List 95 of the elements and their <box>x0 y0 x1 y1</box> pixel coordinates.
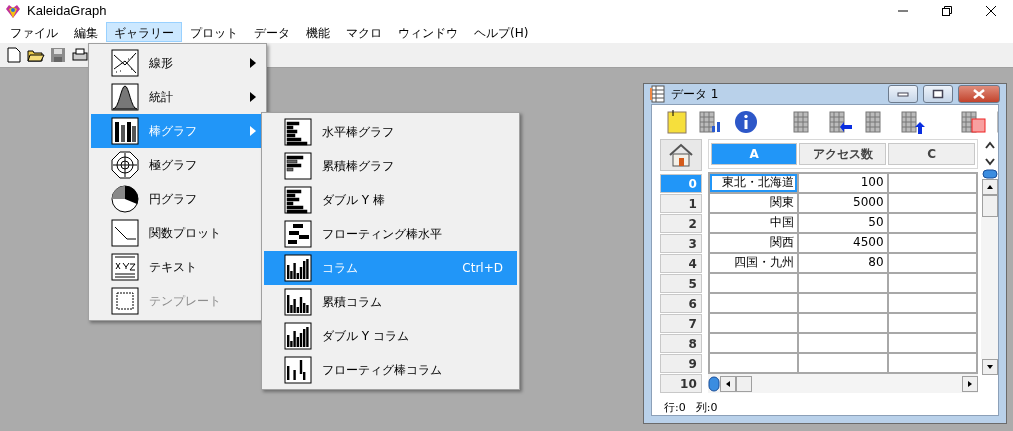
polar-chart-icon <box>111 151 139 179</box>
left-arrow-icon <box>725 380 730 387</box>
maximize-button[interactable] <box>923 85 953 103</box>
menu-item[interactable]: ヘルプ(H) <box>466 22 537 42</box>
column-header[interactable]: C <box>888 143 975 165</box>
menu-item[interactable]: ファイル <box>2 22 66 42</box>
horizontal-bar-icon <box>284 186 312 214</box>
row-header[interactable]: 9 <box>660 354 702 373</box>
menu-entry[interactable]: 累積コラム <box>264 285 517 319</box>
menu-entry[interactable]: テキスト <box>91 250 264 284</box>
scroll-right-button[interactable] <box>962 375 978 392</box>
menu-item[interactable]: ギャラリー <box>106 22 182 42</box>
split-handle-icon[interactable] <box>981 169 998 179</box>
column-chart-icon <box>284 254 312 282</box>
stacked-column-icon <box>284 288 312 316</box>
scroll-down-button[interactable] <box>981 359 998 375</box>
row-header[interactable]: 4 <box>660 254 702 273</box>
maximize-icon <box>932 89 944 99</box>
menu-entry[interactable]: 線形 <box>91 46 264 80</box>
row-header[interactable]: 6 <box>660 294 702 313</box>
table-cell: 関西 <box>709 234 800 252</box>
app-logo-icon <box>5 2 21 19</box>
horizontal-scrollbar[interactable] <box>707 374 978 393</box>
floating-bar-icon <box>284 220 312 248</box>
template-icon <box>111 287 139 315</box>
submenu-arrow-icon <box>250 58 256 68</box>
menu-item[interactable]: マクロ <box>338 22 390 42</box>
save-button[interactable] <box>48 45 68 65</box>
menu-entry[interactable]: フローティグ棒コラム <box>264 353 517 387</box>
submenu-arrow-icon <box>250 126 256 136</box>
row-header[interactable]: 8 <box>660 334 702 353</box>
scroll-left-button[interactable] <box>719 375 736 392</box>
pie-chart-icon <box>111 185 139 213</box>
menu-entry[interactable]: ダブル Y 棒 <box>264 183 517 217</box>
split-handle-icon[interactable] <box>707 375 720 392</box>
text-lines-icon <box>111 253 139 281</box>
restore-icon <box>942 5 952 16</box>
column-header[interactable]: アクセス数 <box>799 143 887 165</box>
bar-chart-icon <box>111 117 139 145</box>
minimize-icon <box>897 91 909 97</box>
line-plot-icon <box>111 219 139 247</box>
table-cell: 四国・九州 <box>709 254 800 272</box>
close-icon <box>986 5 996 16</box>
menu-entry[interactable]: 累積棒グラフ <box>264 149 517 183</box>
row-header[interactable]: 5 <box>660 274 702 293</box>
new-file-button[interactable] <box>4 45 24 65</box>
table-cell: 50 <box>799 214 889 232</box>
table-cell: 5000 <box>799 194 889 212</box>
row-header[interactable]: 1 <box>660 194 702 213</box>
row-indicator: 行:0 <box>664 400 686 415</box>
table-cell: 4500 <box>799 234 889 252</box>
horizontal-bar-icon <box>284 118 312 146</box>
bell-curve-icon <box>111 83 139 111</box>
menu-entry[interactable]: 関数プロット <box>91 216 264 250</box>
menu-item[interactable]: プロット <box>182 22 246 42</box>
row-header[interactable]: 7 <box>660 314 702 333</box>
scroll-up-button[interactable] <box>981 179 998 195</box>
info-icon[interactable] <box>734 110 758 134</box>
menu-entry[interactable]: ダブル Y コラム <box>264 319 517 353</box>
row-header[interactable]: 10 <box>660 374 702 393</box>
menu-entry[interactable]: 水平棒グラフ <box>264 115 517 149</box>
insert-left-icon <box>828 109 854 135</box>
menu-entry[interactable]: 円グラフ <box>91 182 264 216</box>
menu-item[interactable]: 機能 <box>298 22 338 42</box>
grid-icon <box>960 109 986 135</box>
menu-entry[interactable]: 極グラフ <box>91 148 264 182</box>
minimize-button[interactable] <box>888 85 918 103</box>
down-arrow-icon <box>986 365 993 369</box>
row-header[interactable]: 2 <box>660 214 702 233</box>
up-arrow-icon <box>986 185 993 189</box>
insert-up-icon <box>900 109 926 135</box>
table-cell: 100 <box>799 174 889 192</box>
menu-entry[interactable]: フローティング棒水平 <box>264 217 517 251</box>
row-header[interactable]: 3 <box>660 234 702 253</box>
menu-item[interactable]: データ <box>246 22 298 42</box>
scroll-thumb[interactable] <box>981 195 998 217</box>
submenu-arrow-icon <box>250 92 256 102</box>
floating-column-icon <box>284 356 312 384</box>
menu-item[interactable]: 編集 <box>66 22 106 42</box>
window-title: KaleidaGraph <box>27 3 108 18</box>
stacked-horizontal-bar-icon <box>284 152 312 180</box>
table-cell: 80 <box>799 254 889 272</box>
table-cell: 中国 <box>709 214 800 232</box>
column-chart-icon <box>284 322 312 350</box>
close-icon <box>973 89 985 99</box>
menu-entry[interactable]: 統計 <box>91 80 264 114</box>
table-cell: 東北・北海道 <box>709 174 800 192</box>
scatter-plot-icon <box>111 49 139 77</box>
note-icon[interactable] <box>666 109 688 135</box>
table-cell: 関東 <box>709 194 800 212</box>
window-title: データ 1 <box>671 85 720 103</box>
home-button[interactable] <box>660 139 702 171</box>
right-arrow-icon <box>968 380 972 387</box>
menu-item[interactable]: ウィンドウ <box>390 22 466 42</box>
column-indicator: 列:0 <box>695 400 718 415</box>
